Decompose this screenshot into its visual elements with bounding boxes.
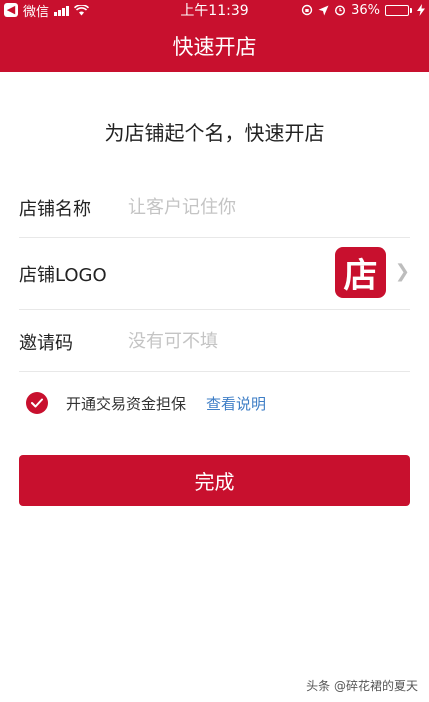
shop-name-input[interactable] [128, 197, 348, 218]
rotation-lock-icon [301, 4, 313, 16]
shop-logo-char: 店 [343, 256, 378, 296]
guarantee-row: 开通交易资金担保 查看说明 [26, 390, 266, 416]
charging-bolt-icon [417, 4, 425, 16]
page-title: 快速开店 [172, 35, 257, 59]
battery-icon [385, 4, 412, 16]
status-left: ◀ 微信 [4, 1, 90, 20]
status-right: 36% [301, 3, 425, 18]
carrier-label: 微信 [23, 4, 50, 20]
done-button-label: 完成 [194, 470, 235, 494]
invite-code-label: 邀请码 [19, 332, 73, 354]
chevron-right-icon: ❯ [394, 261, 410, 282]
location-icon [318, 5, 329, 15]
view-explanation-link[interactable]: 查看说明 [206, 393, 266, 414]
shop-name-label: 店铺名称 [19, 198, 91, 220]
form-heading: 为店铺起个名，快速开店 [104, 121, 325, 145]
watermark: 头条 @碎花裙的夏天 [306, 679, 418, 693]
navigation-bar: 快速开店 [0, 20, 429, 72]
guarantee-checkbox[interactable] [26, 392, 48, 414]
checkmark-icon [31, 398, 43, 408]
shop-logo-row[interactable]: 店铺LOGO 店 ❯ [19, 239, 410, 310]
invite-code-input[interactable] [128, 331, 348, 352]
guarantee-label: 开通交易资金担保 [66, 394, 187, 413]
battery-percent: 36% [351, 2, 380, 18]
done-button[interactable]: 完成 [19, 455, 410, 506]
invite-code-row: 邀请码 [19, 312, 410, 372]
status-bar: ◀ 微信 上午11:39 36% [0, 0, 429, 20]
shop-name-row: 店铺名称 [19, 178, 410, 238]
back-arrow-icon[interactable]: ◀ [4, 3, 18, 17]
alarm-icon [335, 5, 346, 16]
wifi-icon [74, 4, 90, 15]
shop-logo-label: 店铺LOGO [19, 265, 107, 286]
signal-icon [54, 5, 70, 16]
shop-logo-image[interactable]: 店 [335, 247, 386, 298]
